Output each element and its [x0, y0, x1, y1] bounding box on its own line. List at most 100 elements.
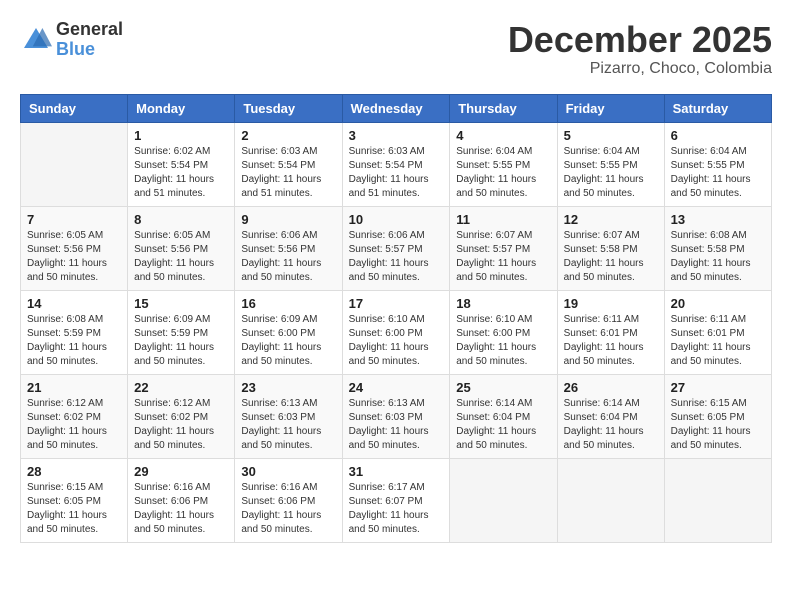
calendar-cell: 8 Sunrise: 6:05 AMSunset: 5:56 PMDayligh…	[128, 206, 235, 290]
calendar-cell: 15 Sunrise: 6:09 AMSunset: 5:59 PMDaylig…	[128, 290, 235, 374]
day-number: 12	[564, 212, 658, 227]
page-header: General Blue December 2025 Pizarro, Choc…	[20, 20, 772, 78]
calendar-header-thursday: Thursday	[450, 94, 557, 122]
calendar-cell: 10 Sunrise: 6:06 AMSunset: 5:57 PMDaylig…	[342, 206, 450, 290]
calendar-cell	[557, 458, 664, 542]
day-info: Sunrise: 6:04 AMSunset: 5:55 PMDaylight:…	[456, 145, 550, 201]
calendar-header-monday: Monday	[128, 94, 235, 122]
logo: General Blue	[20, 20, 123, 60]
calendar-cell: 19 Sunrise: 6:11 AMSunset: 6:01 PMDaylig…	[557, 290, 664, 374]
day-info: Sunrise: 6:06 AMSunset: 5:56 PMDaylight:…	[241, 229, 335, 285]
day-info: Sunrise: 6:04 AMSunset: 5:55 PMDaylight:…	[671, 145, 765, 201]
calendar-cell: 25 Sunrise: 6:14 AMSunset: 6:04 PMDaylig…	[450, 374, 557, 458]
calendar-cell: 11 Sunrise: 6:07 AMSunset: 5:57 PMDaylig…	[450, 206, 557, 290]
day-info: Sunrise: 6:14 AMSunset: 6:04 PMDaylight:…	[564, 397, 658, 453]
logo-text: General Blue	[56, 20, 123, 60]
location: Pizarro, Choco, Colombia	[508, 60, 772, 78]
day-info: Sunrise: 6:15 AMSunset: 6:05 PMDaylight:…	[27, 481, 121, 537]
day-info: Sunrise: 6:12 AMSunset: 6:02 PMDaylight:…	[134, 397, 228, 453]
day-info: Sunrise: 6:03 AMSunset: 5:54 PMDaylight:…	[349, 145, 444, 201]
calendar-week-1: 1 Sunrise: 6:02 AMSunset: 5:54 PMDayligh…	[21, 122, 772, 206]
day-number: 28	[27, 464, 121, 479]
day-info: Sunrise: 6:16 AMSunset: 6:06 PMDaylight:…	[134, 481, 228, 537]
day-number: 31	[349, 464, 444, 479]
title-section: December 2025 Pizarro, Choco, Colombia	[508, 20, 772, 78]
day-info: Sunrise: 6:05 AMSunset: 5:56 PMDaylight:…	[134, 229, 228, 285]
day-number: 8	[134, 212, 228, 227]
day-info: Sunrise: 6:13 AMSunset: 6:03 PMDaylight:…	[241, 397, 335, 453]
day-info: Sunrise: 6:17 AMSunset: 6:07 PMDaylight:…	[349, 481, 444, 537]
calendar-cell: 1 Sunrise: 6:02 AMSunset: 5:54 PMDayligh…	[128, 122, 235, 206]
calendar-header-row: SundayMondayTuesdayWednesdayThursdayFrid…	[21, 94, 772, 122]
calendar-cell: 22 Sunrise: 6:12 AMSunset: 6:02 PMDaylig…	[128, 374, 235, 458]
calendar-cell: 18 Sunrise: 6:10 AMSunset: 6:00 PMDaylig…	[450, 290, 557, 374]
calendar-cell: 21 Sunrise: 6:12 AMSunset: 6:02 PMDaylig…	[21, 374, 128, 458]
calendar-cell: 14 Sunrise: 6:08 AMSunset: 5:59 PMDaylig…	[21, 290, 128, 374]
day-number: 4	[456, 128, 550, 143]
calendar-cell: 26 Sunrise: 6:14 AMSunset: 6:04 PMDaylig…	[557, 374, 664, 458]
day-number: 26	[564, 380, 658, 395]
day-info: Sunrise: 6:10 AMSunset: 6:00 PMDaylight:…	[456, 313, 550, 369]
day-number: 22	[134, 380, 228, 395]
calendar-cell: 30 Sunrise: 6:16 AMSunset: 6:06 PMDaylig…	[235, 458, 342, 542]
calendar-table: SundayMondayTuesdayWednesdayThursdayFrid…	[20, 94, 772, 543]
day-info: Sunrise: 6:08 AMSunset: 5:59 PMDaylight:…	[27, 313, 121, 369]
calendar-header-tuesday: Tuesday	[235, 94, 342, 122]
calendar-cell	[450, 458, 557, 542]
day-number: 5	[564, 128, 658, 143]
logo-blue: Blue	[56, 40, 123, 60]
calendar-week-4: 21 Sunrise: 6:12 AMSunset: 6:02 PMDaylig…	[21, 374, 772, 458]
calendar-cell: 4 Sunrise: 6:04 AMSunset: 5:55 PMDayligh…	[450, 122, 557, 206]
day-number: 14	[27, 296, 121, 311]
day-number: 25	[456, 380, 550, 395]
calendar-cell: 12 Sunrise: 6:07 AMSunset: 5:58 PMDaylig…	[557, 206, 664, 290]
calendar-week-2: 7 Sunrise: 6:05 AMSunset: 5:56 PMDayligh…	[21, 206, 772, 290]
day-info: Sunrise: 6:07 AMSunset: 5:58 PMDaylight:…	[564, 229, 658, 285]
calendar-week-5: 28 Sunrise: 6:15 AMSunset: 6:05 PMDaylig…	[21, 458, 772, 542]
calendar-cell	[664, 458, 771, 542]
calendar-cell: 23 Sunrise: 6:13 AMSunset: 6:03 PMDaylig…	[235, 374, 342, 458]
day-info: Sunrise: 6:07 AMSunset: 5:57 PMDaylight:…	[456, 229, 550, 285]
calendar-header-friday: Friday	[557, 94, 664, 122]
calendar-header-wednesday: Wednesday	[342, 94, 450, 122]
calendar-cell: 9 Sunrise: 6:06 AMSunset: 5:56 PMDayligh…	[235, 206, 342, 290]
calendar-cell	[21, 122, 128, 206]
day-info: Sunrise: 6:12 AMSunset: 6:02 PMDaylight:…	[27, 397, 121, 453]
calendar-cell: 16 Sunrise: 6:09 AMSunset: 6:00 PMDaylig…	[235, 290, 342, 374]
calendar-cell: 17 Sunrise: 6:10 AMSunset: 6:00 PMDaylig…	[342, 290, 450, 374]
day-info: Sunrise: 6:02 AMSunset: 5:54 PMDaylight:…	[134, 145, 228, 201]
calendar-week-3: 14 Sunrise: 6:08 AMSunset: 5:59 PMDaylig…	[21, 290, 772, 374]
calendar-header-sunday: Sunday	[21, 94, 128, 122]
calendar-header-saturday: Saturday	[664, 94, 771, 122]
day-info: Sunrise: 6:11 AMSunset: 6:01 PMDaylight:…	[564, 313, 658, 369]
day-number: 21	[27, 380, 121, 395]
day-info: Sunrise: 6:13 AMSunset: 6:03 PMDaylight:…	[349, 397, 444, 453]
calendar-cell: 24 Sunrise: 6:13 AMSunset: 6:03 PMDaylig…	[342, 374, 450, 458]
day-number: 9	[241, 212, 335, 227]
day-info: Sunrise: 6:04 AMSunset: 5:55 PMDaylight:…	[564, 145, 658, 201]
day-number: 16	[241, 296, 335, 311]
calendar-cell: 29 Sunrise: 6:16 AMSunset: 6:06 PMDaylig…	[128, 458, 235, 542]
day-number: 24	[349, 380, 444, 395]
calendar-cell: 28 Sunrise: 6:15 AMSunset: 6:05 PMDaylig…	[21, 458, 128, 542]
day-info: Sunrise: 6:09 AMSunset: 5:59 PMDaylight:…	[134, 313, 228, 369]
calendar-cell: 3 Sunrise: 6:03 AMSunset: 5:54 PMDayligh…	[342, 122, 450, 206]
calendar-cell: 20 Sunrise: 6:11 AMSunset: 6:01 PMDaylig…	[664, 290, 771, 374]
day-info: Sunrise: 6:15 AMSunset: 6:05 PMDaylight:…	[671, 397, 765, 453]
logo-icon	[20, 24, 52, 56]
calendar-cell: 13 Sunrise: 6:08 AMSunset: 5:58 PMDaylig…	[664, 206, 771, 290]
calendar-cell: 7 Sunrise: 6:05 AMSunset: 5:56 PMDayligh…	[21, 206, 128, 290]
month-title: December 2025	[508, 20, 772, 60]
day-number: 10	[349, 212, 444, 227]
calendar-cell: 2 Sunrise: 6:03 AMSunset: 5:54 PMDayligh…	[235, 122, 342, 206]
calendar-cell: 6 Sunrise: 6:04 AMSunset: 5:55 PMDayligh…	[664, 122, 771, 206]
day-number: 3	[349, 128, 444, 143]
day-info: Sunrise: 6:03 AMSunset: 5:54 PMDaylight:…	[241, 145, 335, 201]
calendar-cell: 5 Sunrise: 6:04 AMSunset: 5:55 PMDayligh…	[557, 122, 664, 206]
day-number: 23	[241, 380, 335, 395]
day-info: Sunrise: 6:14 AMSunset: 6:04 PMDaylight:…	[456, 397, 550, 453]
day-number: 13	[671, 212, 765, 227]
day-number: 2	[241, 128, 335, 143]
day-info: Sunrise: 6:16 AMSunset: 6:06 PMDaylight:…	[241, 481, 335, 537]
day-number: 7	[27, 212, 121, 227]
